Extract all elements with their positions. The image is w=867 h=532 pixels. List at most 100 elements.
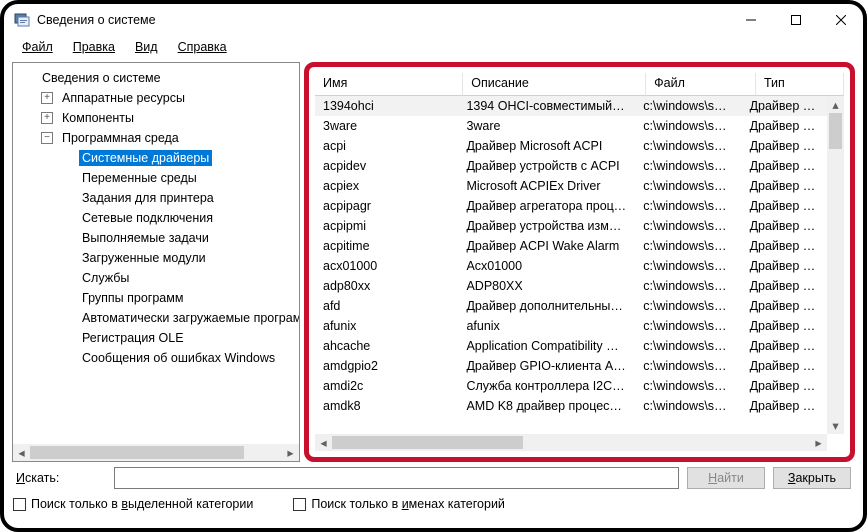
table-row[interactable]: 1394ohci1394 OHCI-совместимый хост…c:\wi… [315,96,827,116]
scroll-thumb[interactable] [332,436,523,449]
tree-winerr[interactable]: Сообщения об ошибках Windows [13,347,299,367]
col-desc[interactable]: Описание [463,73,646,96]
menu-help[interactable]: Справка [170,38,235,56]
scroll-thumb[interactable] [30,446,244,459]
close-search-button[interactable]: Закрыть [773,467,851,489]
col-name[interactable]: Имя [315,73,463,96]
cell: acpitime [315,239,458,253]
tree-print-jobs[interactable]: Задания для принтера [13,187,299,207]
cell: c:\windows\s… [635,99,741,113]
table-row[interactable]: acpiexMicrosoft ACPIEx Driverc:\windows\… [315,176,827,196]
cell: 1394 OHCI-совместимый хост… [458,99,635,113]
tree-loaded-modules[interactable]: Загруженные модули [13,247,299,267]
cell: Служба контроллера I2C AMD [458,379,635,393]
menu-view[interactable]: Вид [127,38,166,56]
table-row[interactable]: afdДрайвер дополнительных фу…c:\windows\… [315,296,827,316]
table-row[interactable]: amdi2cСлужба контроллера I2C AMDc:\windo… [315,376,827,396]
check-category-names[interactable]: Поиск только в именах категорий [293,497,505,511]
cell: acx01000 [315,259,458,273]
list-hscrollbar[interactable]: ◂ ▸ [315,434,827,451]
scroll-thumb[interactable] [829,113,842,149]
scroll-down-icon[interactable]: ▾ [827,417,844,434]
scroll-left-icon[interactable]: ◂ [13,444,30,461]
cell: c:\windows\s… [635,219,741,233]
tree-root[interactable]: Сведения о системе [13,67,299,87]
cell: Microsoft ACPIEx Driver [458,179,635,193]
table-row[interactable]: ahcacheApplication Compatibility Cachec:… [315,336,827,356]
cell: c:\windows\s… [635,259,741,273]
collapse-icon[interactable]: − [41,132,53,144]
tree-services[interactable]: Службы [13,267,299,287]
col-file[interactable]: Файл [646,73,756,96]
minimize-button[interactable] [728,6,773,34]
tree-program-groups[interactable]: Группы программ [13,287,299,307]
search-label: Искать: [16,471,106,485]
table-row[interactable]: acx01000Acx01000c:\windows\s…Драйвер ядр… [315,256,827,276]
cell: 3ware [315,119,458,133]
check-selected-category[interactable]: Поиск только в выделенной категории [13,497,253,511]
table-row[interactable]: acpidevДрайвер устройств с ACPIc:\window… [315,156,827,176]
cell: Драйвер ядра [742,359,827,373]
table-row[interactable]: amdgpio2Драйвер GPIO-клиента AMDc:\windo… [315,356,827,376]
cell: c:\windows\s… [635,139,741,153]
cell: Драйвер ядра [742,339,827,353]
titlebar: Сведения о системе [4,4,863,36]
table-row[interactable]: acpiДрайвер Microsoft ACPIc:\windows\s…Д… [315,136,827,156]
tree-hscrollbar[interactable]: ◂ ▸ [13,444,299,461]
table-row[interactable]: acpipmiДрайвер устройства измерен…c:\win… [315,216,827,236]
tree-autoload[interactable]: Автоматически загружаемые программы [13,307,299,327]
tree-system-drivers[interactable]: Системные драйверы [13,147,299,167]
cell: Драйвер ядра [742,199,827,213]
col-type[interactable]: Тип [756,73,844,96]
tree-software-env[interactable]: −Программная среда [13,127,299,147]
find-button[interactable]: Найти [687,467,765,489]
cell: Драйвер ядра [742,299,827,313]
list-vscrollbar[interactable]: ▴ ▾ [827,96,844,434]
table-row[interactable]: amdk8AMD K8 драйвер процессораc:\windows… [315,396,827,416]
cell: Драйвер дополнительных фу… [458,299,635,313]
cell: ADP80XX [458,279,635,293]
tree-running-tasks[interactable]: Выполняемые задачи [13,227,299,247]
maximize-button[interactable] [773,6,818,34]
tree-components[interactable]: +Компоненты [13,107,299,127]
cell: Драйвер Microsoft ACPI [458,139,635,153]
cell: AMD K8 драйвер процессора [458,399,635,413]
checkbox-icon[interactable] [13,498,26,511]
tree-env-vars[interactable]: Переменные среды [13,167,299,187]
table-row[interactable]: afunixafunixc:\windows\s…Драйвер ядра [315,316,827,336]
table-row[interactable]: 3ware3warec:\windows\s…Драйвер ядра [315,116,827,136]
table-row[interactable]: adp80xxADP80XXc:\windows\s…Драйвер ядра [315,276,827,296]
tree-hardware[interactable]: +Аппаратные ресурсы [13,87,299,107]
expand-icon[interactable]: + [41,92,53,104]
cell: afunix [315,319,458,333]
cell: Драйвер ядра [742,99,827,113]
list-body: 1394ohci1394 OHCI-совместимый хост…c:\wi… [315,96,827,434]
tree-net-connections[interactable]: Сетевые подключения [13,207,299,227]
cell: Драйвер GPIO-клиента AMD [458,359,635,373]
search-area: Искать: Найти Закрыть Поиск только в выд… [16,464,851,520]
cell: Драйвер устройств с ACPI [458,159,635,173]
scroll-right-icon[interactable]: ▸ [282,444,299,461]
menu-edit[interactable]: Правка [65,38,123,56]
tree-ole[interactable]: Регистрация OLE [13,327,299,347]
table-row[interactable]: acpipagrДрайвер агрегатора процесс…c:\wi… [315,196,827,216]
cell: acpi [315,139,458,153]
cell: 3ware [458,119,635,133]
close-button[interactable] [818,6,863,34]
cell: afd [315,299,458,313]
scroll-right-icon[interactable]: ▸ [810,434,827,451]
scroll-left-icon[interactable]: ◂ [315,434,332,451]
cell: Драйвер ядра [742,179,827,193]
expand-icon[interactable]: + [41,112,53,124]
cell: Драйвер ядра [742,219,827,233]
cell: Драйвер ядра [742,139,827,153]
menu-file[interactable]: Файл [14,38,61,56]
cell: c:\windows\s… [635,179,741,193]
cell: c:\windows\s… [635,279,741,293]
cell: c:\windows\s… [635,239,741,253]
cell: Драйвер ядра [742,279,827,293]
scroll-up-icon[interactable]: ▴ [827,96,844,113]
table-row[interactable]: acpitimeДрайвер ACPI Wake Alarmc:\window… [315,236,827,256]
search-input[interactable] [114,467,679,489]
checkbox-icon[interactable] [293,498,306,511]
